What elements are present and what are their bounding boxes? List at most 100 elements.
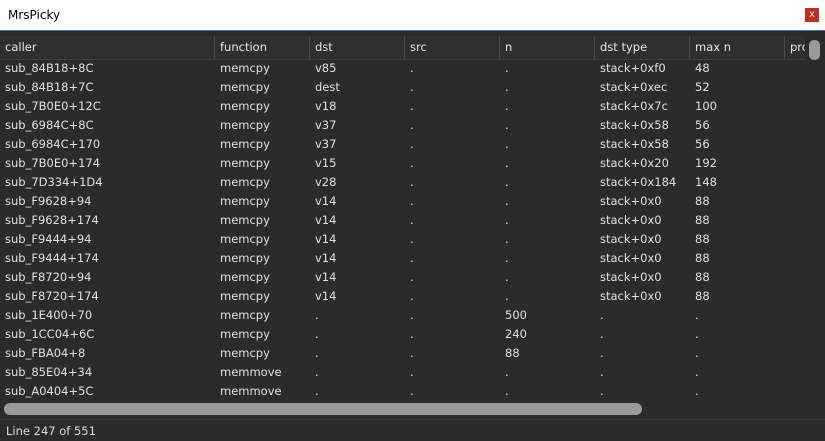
table-cell: sub_FBA04+8 xyxy=(5,346,86,360)
table-row[interactable]: sub_F8720+174 memcpy v14.. stack+0x0 88 xyxy=(0,287,805,306)
table-cell: . xyxy=(410,365,414,379)
column-header[interactable]: dst xyxy=(310,36,405,59)
horizontal-scrollbar[interactable] xyxy=(0,398,805,418)
table-cell: memcpy xyxy=(220,270,270,284)
table-cell: sub_7B0E0+174 xyxy=(5,156,101,170)
table-cell: memcpy xyxy=(220,118,270,132)
table-cell: memcpy xyxy=(220,232,270,246)
table-cell: sub_6984C+170 xyxy=(5,137,101,151)
table-cell: 88 xyxy=(695,251,710,265)
table-cell: stack+0x20 xyxy=(600,156,669,170)
table-cell: sub_84B18+8C xyxy=(5,61,94,75)
table-cell: v14 xyxy=(315,213,337,227)
table-row[interactable]: sub_6984C+8C memcpy v37.. stack+0x58 56 xyxy=(0,116,805,135)
close-button[interactable]: x xyxy=(805,8,819,22)
column-header[interactable]: function xyxy=(215,36,310,59)
table-cell: . xyxy=(410,346,414,360)
table-cell: . xyxy=(315,327,319,341)
column-header[interactable]: caller xyxy=(0,36,215,59)
table-cell: dest xyxy=(315,80,340,94)
table-row[interactable]: sub_7D334+1D4 memcpy v28.. stack+0x184 148 xyxy=(0,173,805,192)
table-cell: . xyxy=(695,308,699,322)
table-cell: memmove xyxy=(220,384,282,398)
table-cell: . xyxy=(315,346,319,360)
table-cell: sub_1E400+70 xyxy=(5,308,93,322)
status-bar: Line 247 of 551 xyxy=(0,419,825,441)
table-row[interactable]: sub_85E04+34 memmove..... xyxy=(0,363,805,382)
table-cell: 88 xyxy=(695,194,710,208)
table-cell: stack+0x0 xyxy=(600,232,662,246)
table-cell: sub_6984C+8C xyxy=(5,118,94,132)
table-cell: 88 xyxy=(505,346,520,360)
table-cell: . xyxy=(410,289,414,303)
table-row[interactable]: sub_F9628+94 memcpy v14.. stack+0x0 88 xyxy=(0,192,805,211)
table-row[interactable]: sub_1CC04+6C memcpy.. 240.. xyxy=(0,325,805,344)
table-cell: . xyxy=(600,346,604,360)
table-cell: sub_F8720+94 xyxy=(5,270,92,284)
table-cell: . xyxy=(315,308,319,322)
table-cell: . xyxy=(410,61,414,75)
table-cell: v37 xyxy=(315,118,337,132)
table-row[interactable]: sub_F9444+94 memcpy v14.. stack+0x0 88 xyxy=(0,230,805,249)
table-cell: . xyxy=(410,118,414,132)
table-cell: sub_7B0E0+12C xyxy=(5,99,101,113)
vertical-scrollbar[interactable] xyxy=(805,36,825,398)
horizontal-scroll-thumb[interactable] xyxy=(4,403,642,415)
table-cell: . xyxy=(410,99,414,113)
table-cell: . xyxy=(505,232,509,246)
table-cell: v14 xyxy=(315,270,337,284)
table-cell: . xyxy=(410,175,414,189)
table-cell: . xyxy=(315,384,319,398)
table-cell: 88 xyxy=(695,289,710,303)
table-cell: 88 xyxy=(695,213,710,227)
table-row[interactable]: sub_1E400+70 memcpy.. 500.. xyxy=(0,306,805,325)
column-header[interactable]: max n xyxy=(690,36,785,59)
table-cell: stack+0xf0 xyxy=(600,61,666,75)
table-row[interactable]: sub_84B18+8C memcpy v85.. stack+0xf0 48 xyxy=(0,59,805,78)
table-cell: sub_7D334+1D4 xyxy=(5,175,103,189)
table-cell: memcpy xyxy=(220,137,270,151)
table-cell: . xyxy=(410,251,414,265)
table-cell: . xyxy=(505,251,509,265)
table-row[interactable]: sub_F9628+174 memcpy v14.. stack+0x0 88 xyxy=(0,211,805,230)
column-header[interactable]: n xyxy=(500,36,595,59)
table-cell: stack+0x0 xyxy=(600,194,662,208)
table-row[interactable]: sub_F8720+94 memcpy v14.. stack+0x0 88 xyxy=(0,268,805,287)
table-cell: memcpy xyxy=(220,327,270,341)
table-cell: stack+0x58 xyxy=(600,137,669,151)
table-row[interactable]: sub_6984C+170 memcpy v37.. stack+0x58 56 xyxy=(0,135,805,154)
table-cell: v14 xyxy=(315,251,337,265)
table-cell: stack+0x0 xyxy=(600,251,662,265)
table-cell: memcpy xyxy=(220,289,270,303)
table-cell: v37 xyxy=(315,137,337,151)
table-cell: sub_F9444+94 xyxy=(5,232,92,246)
table-cell: . xyxy=(410,384,414,398)
table-cell: memcpy xyxy=(220,194,270,208)
table-row[interactable]: sub_7B0E0+174 memcpy v15.. stack+0x20 192 xyxy=(0,154,805,173)
table-row[interactable]: sub_7B0E0+12C memcpy v18.. stack+0x7c 100 xyxy=(0,97,805,116)
table-cell: . xyxy=(410,232,414,246)
table-cell: memcpy xyxy=(220,99,270,113)
table-cell: . xyxy=(600,384,604,398)
table-cell: . xyxy=(410,327,414,341)
table-row[interactable]: sub_A0404+5C memmove..... xyxy=(0,382,805,398)
table-cell: v14 xyxy=(315,289,337,303)
table-cell: sub_85E04+34 xyxy=(5,365,93,379)
table-cell: memcpy xyxy=(220,308,270,322)
vertical-scroll-thumb[interactable] xyxy=(809,40,820,60)
table-cell: . xyxy=(505,270,509,284)
window-title: MrsPicky xyxy=(8,8,61,22)
table-cell: . xyxy=(315,365,319,379)
table-cell: . xyxy=(505,384,509,398)
table-cell: . xyxy=(505,99,509,113)
table-cell: stack+0x0 xyxy=(600,213,662,227)
table-row[interactable]: sub_FBA04+8 memcpy.. 88.. xyxy=(0,344,805,363)
column-header[interactable]: pro xyxy=(785,36,805,59)
table-cell: sub_1CC04+6C xyxy=(5,327,95,341)
column-header[interactable]: dst type xyxy=(595,36,690,59)
table-cell: memcpy xyxy=(220,251,270,265)
column-header[interactable]: src xyxy=(405,36,500,59)
table-row[interactable]: sub_84B18+7C memcpy dest.. stack+0xec 52 xyxy=(0,78,805,97)
table-row[interactable]: sub_F9444+174 memcpy v14.. stack+0x0 88 xyxy=(0,249,805,268)
table-cell: stack+0x0 xyxy=(600,289,662,303)
